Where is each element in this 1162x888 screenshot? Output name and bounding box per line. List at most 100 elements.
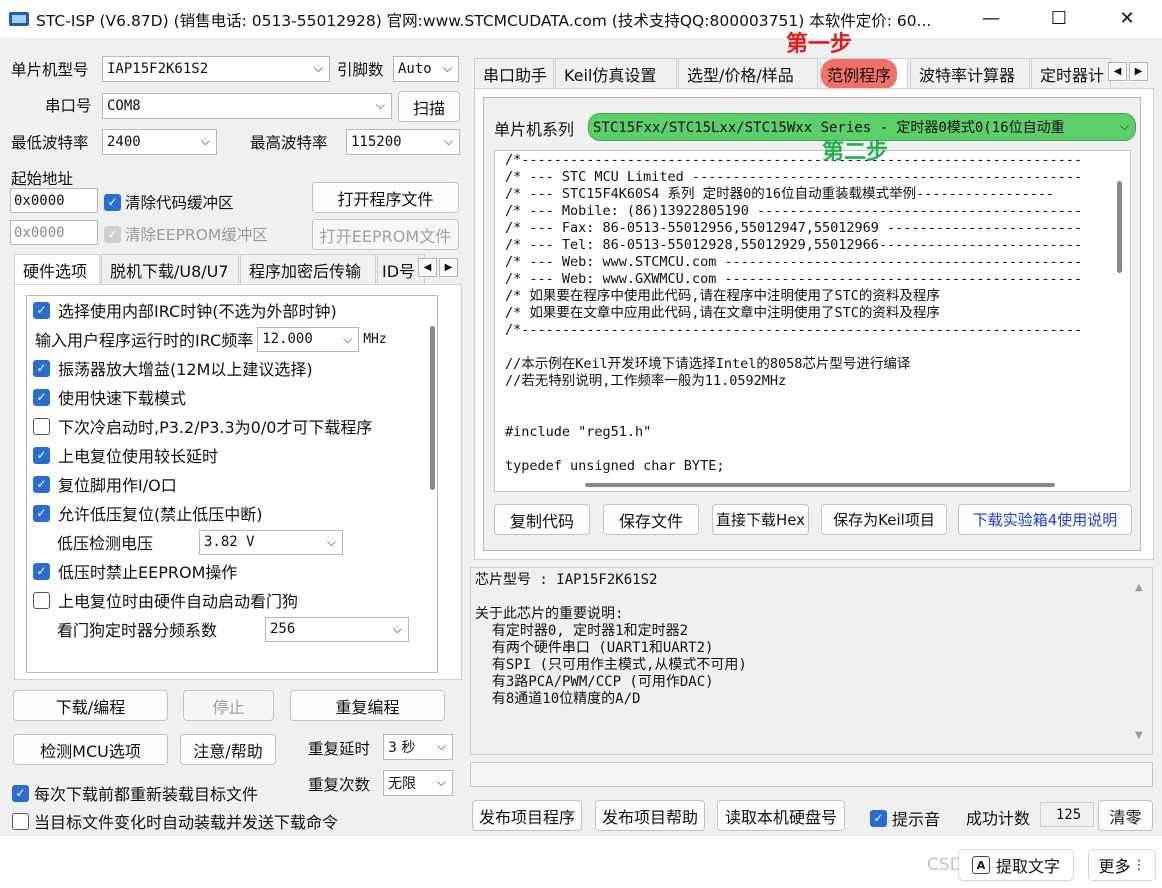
code-line: /* --- Web: www.GXWMCU.com -------------… xyxy=(505,271,1083,287)
checkbox-checked-icon: ✓ xyxy=(33,359,50,377)
chevron-down-icon: ⌵ xyxy=(343,331,353,346)
save-keil-project-button[interactable]: 保存为Keil项目 xyxy=(821,504,947,535)
tab-selection-price[interactable]: 选型/价格/样品 xyxy=(678,58,818,88)
option-fast-download[interactable]: ✓ 使用快速下载模式 xyxy=(33,384,186,410)
chip-info-pane: 芯片型号 : IAP15F2K61S2 关于此芯片的重要说明: 有定时器0, 定时… xyxy=(470,567,1153,755)
tab-offline-download[interactable]: 脱机下载/U8/U7 xyxy=(101,254,239,284)
tab-scroll-left-icon[interactable]: ◀ xyxy=(1108,62,1127,81)
min-baud-select[interactable]: 2400 ⌵ xyxy=(102,129,217,155)
more-button[interactable]: 更多 ⋮ xyxy=(1088,849,1156,881)
open-program-button[interactable]: 打开程序文件 xyxy=(312,182,459,213)
clear-eeprom-checkbox[interactable]: ✓ 清除EEPROM缓冲区 xyxy=(104,223,268,245)
extract-text-button[interactable]: A 提取文字 xyxy=(958,849,1074,881)
checkbox-checked-icon: ✓ xyxy=(104,193,121,211)
max-baud-label: 最高波特率 xyxy=(250,134,328,152)
read-disk-id-button[interactable]: 读取本机硬盘号 xyxy=(717,800,845,831)
tab-sample-programs[interactable]: 范例程序 xyxy=(820,58,908,89)
option-osc-gain[interactable]: ✓ 振荡器放大增益(12M以上建议选择) xyxy=(33,355,313,381)
more-label: 更多 xyxy=(1098,857,1131,876)
option-label: 振荡器放大增益(12M以上建议选择) xyxy=(58,360,313,379)
chevron-down-icon: ⌵ xyxy=(1119,119,1129,133)
lv-detect-select[interactable]: 3.82 V ⌵ xyxy=(199,529,343,555)
chip-info-line: 有两个硬件串口 (UART1和UART2) xyxy=(475,640,714,656)
close-button[interactable]: ✕ xyxy=(1104,0,1150,36)
options-list: ✓ 选择使用内部IRC时钟(不选为外部时钟) 输入用户程序运行时的IRC频率 12… xyxy=(26,295,438,673)
port-value: COM8 xyxy=(107,98,141,114)
checkbox-checked-icon: ✓ xyxy=(33,301,50,319)
open-eeprom-button[interactable]: 打开EEPROM文件 xyxy=(312,219,459,250)
pins-select[interactable]: Auto ⌵ xyxy=(393,56,459,82)
scroll-up-icon[interactable]: ▲ xyxy=(1135,582,1143,593)
option-power-on-delay[interactable]: ✓ 上电复位使用较长延时 xyxy=(33,442,218,468)
code-vertical-scrollbar[interactable] xyxy=(1117,181,1122,273)
repeat-count-select[interactable]: 无限 ⌵ xyxy=(383,770,453,796)
clear-count-button[interactable]: 清零 xyxy=(1098,800,1153,831)
option-cold-start[interactable]: 下次冷启动时,P3.2/P3.3为0/0才可下载程序 xyxy=(33,413,372,439)
code-line: /*--------------------------------------… xyxy=(505,152,1083,168)
tab-encrypted-transfer[interactable]: 程序加密后传输 xyxy=(240,254,376,284)
kit-manual-link[interactable]: 下载实验箱4使用说明 xyxy=(958,504,1132,535)
scan-button[interactable]: 扫描 xyxy=(398,91,460,122)
scroll-down-icon[interactable]: ▼ xyxy=(1135,730,1143,741)
code-line: /* --- STC MCU Limited -----------------… xyxy=(505,169,1083,185)
option-low-voltage-reset[interactable]: ✓ 允许低压复位(禁止低压中断) xyxy=(33,500,263,526)
option-label: 选择使用内部IRC时钟(不选为外部时钟) xyxy=(58,302,337,321)
clear-eeprom-label: 清除EEPROM缓冲区 xyxy=(125,226,268,244)
repeat-delay-select[interactable]: 3 秒 ⌵ xyxy=(383,734,453,760)
repeat-delay-label: 重复延时 xyxy=(308,740,371,758)
tab-scroll-right-icon[interactable]: ▶ xyxy=(439,258,458,277)
option-lv-disable-eeprom[interactable]: ✓ 低压时禁止EEPROM操作 xyxy=(33,558,237,584)
reprogram-button[interactable]: 重复编程 xyxy=(290,690,445,721)
max-baud-select[interactable]: 115200 ⌵ xyxy=(346,129,460,155)
tab-scroll-left-icon[interactable]: ◀ xyxy=(418,258,437,277)
watchdog-div-select[interactable]: 256 ⌵ xyxy=(265,616,409,642)
maximize-button[interactable]: ☐ xyxy=(1036,0,1082,36)
tab-scroll-right-icon[interactable]: ▶ xyxy=(1129,62,1148,81)
tab-baud-calculator[interactable]: 波特率计算器 xyxy=(910,58,1030,88)
code-horizontal-scrollbar[interactable] xyxy=(585,483,1055,487)
options-scrollbar[interactable] xyxy=(430,326,435,490)
close-icon: ✕ xyxy=(1119,7,1135,29)
checkbox-disabled-icon: ✓ xyxy=(104,225,121,243)
code-view[interactable]: /*--------------------------------------… xyxy=(494,150,1131,492)
auto-send-checkbox[interactable]: 当目标文件变化时自动装载并发送下载命令 xyxy=(12,809,338,833)
tab-hardware-options[interactable]: 硬件选项 xyxy=(14,254,100,284)
direct-download-button[interactable]: 直接下载Hex xyxy=(712,504,809,535)
chevron-down-icon: ⌵ xyxy=(436,775,446,789)
check-mcu-button[interactable]: 检测MCU选项 xyxy=(13,734,168,765)
save-file-button[interactable]: 保存文件 xyxy=(603,504,699,535)
irc-frequency-select[interactable]: 12.000 ⌵ xyxy=(257,326,360,352)
clear-code-checkbox[interactable]: ✓ 清除代码缓冲区 xyxy=(104,191,234,213)
help-button[interactable]: 注意/帮助 xyxy=(180,734,276,765)
start-address-label: 起始地址 xyxy=(11,170,74,188)
tab-timer-calculator[interactable]: 定时器计 xyxy=(1031,58,1111,88)
port-select[interactable]: COM8 ⌵ xyxy=(102,93,392,119)
code-start-address-input[interactable]: 0x0000 xyxy=(10,188,98,213)
eeprom-start-address-input[interactable]: 0x0000 xyxy=(10,220,98,245)
title-bar: STC-ISP (V6.87D) (销售电话: 0513-55012928) 官… xyxy=(0,0,1162,38)
beep-checkbox[interactable]: ✓ 提示音 xyxy=(870,806,940,830)
copy-code-button[interactable]: 复制代码 xyxy=(494,504,590,535)
chip-info-line: 芯片型号 : IAP15F2K61S2 xyxy=(475,572,658,588)
minimize-button[interactable]: — xyxy=(968,0,1014,36)
publish-help-button[interactable]: 发布项目帮助 xyxy=(595,800,705,831)
maximize-icon: ☐ xyxy=(1050,7,1068,29)
stop-button[interactable]: 停止 xyxy=(183,690,274,721)
pins-label: 引脚数 xyxy=(337,61,384,79)
chevron-down-icon: ⌵ xyxy=(443,134,453,148)
tab-serial-assistant[interactable]: 串口助手 xyxy=(474,58,554,88)
left-tab-strip: 硬件选项 脱机下载/U8/U7 程序加密后传输 ID号 ◀ ▶ xyxy=(14,254,462,286)
tab-keil-simulation[interactable]: Keil仿真设置 xyxy=(555,58,677,88)
option-lv-detect: 低压检测电压 3.82 V ⌵ xyxy=(57,529,343,555)
reload-target-checkbox[interactable]: ✓ 每次下载前都重新装载目标文件 xyxy=(12,781,258,805)
mcu-type-select[interactable]: IAP15F2K61S2 ⌵ xyxy=(102,56,330,82)
option-internal-irc[interactable]: ✓ 选择使用内部IRC时钟(不选为外部时钟) xyxy=(33,297,337,323)
min-baud-value: 2400 xyxy=(107,134,141,150)
option-watchdog-div: 看门狗定时器分频系数 256 ⌵ xyxy=(57,616,409,642)
download-program-button[interactable]: 下载/编程 xyxy=(13,690,168,721)
checkbox-checked-icon: ✓ xyxy=(33,446,50,464)
code-line: //若无特别说明,工作频率一般为11.0592MHz xyxy=(505,373,787,389)
publish-program-button[interactable]: 发布项目程序 xyxy=(472,800,582,831)
option-watchdog-auto[interactable]: 上电复位时由硬件自动启动看门狗 xyxy=(33,587,298,613)
option-reset-pin-io[interactable]: ✓ 复位脚用作I/O口 xyxy=(33,471,177,497)
